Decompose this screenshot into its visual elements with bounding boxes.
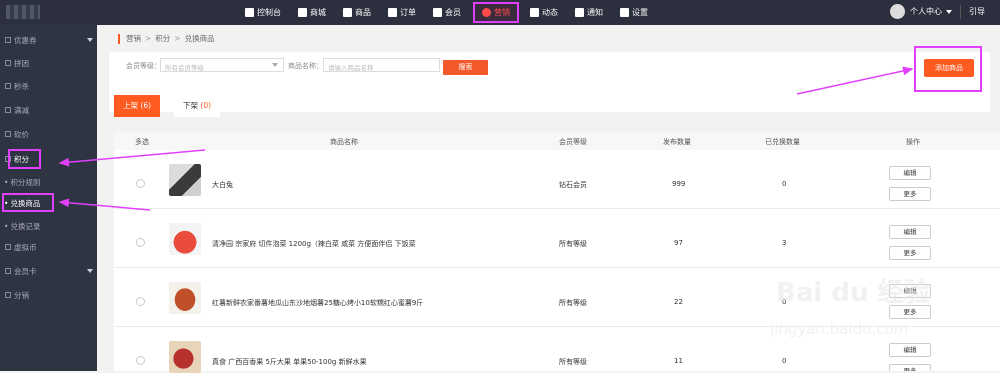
annotation-arrows — [58, 66, 914, 211]
arrow-to-add — [796, 66, 914, 95]
arrow-to-exchange — [58, 198, 151, 211]
arrow-to-points — [58, 149, 206, 167]
